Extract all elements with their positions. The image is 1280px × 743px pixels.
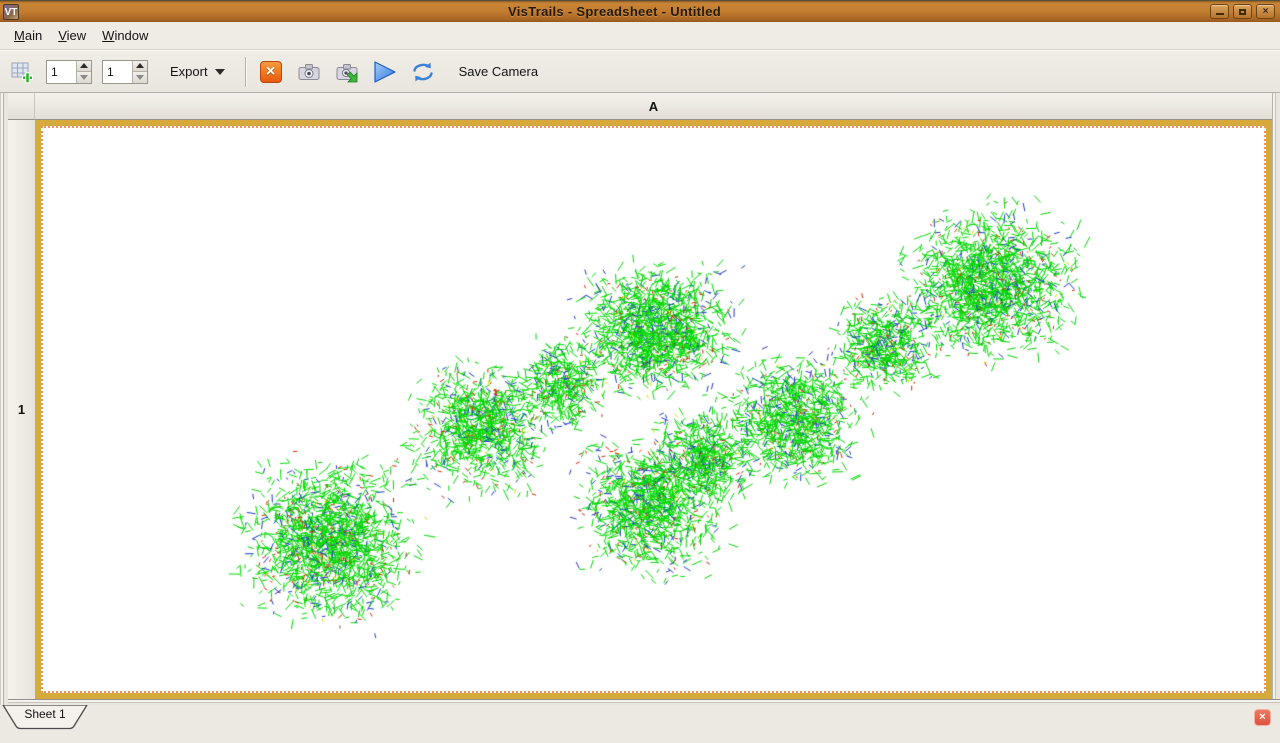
play-button[interactable] (371, 58, 399, 86)
menubar: MainViewWindow (0, 22, 1280, 50)
col-count-input[interactable] (103, 61, 132, 83)
toolbar-separator (245, 57, 247, 87)
minimize-button[interactable] (1210, 4, 1229, 19)
row-count-input[interactable] (47, 61, 76, 83)
up-arrow-icon (136, 63, 144, 68)
down-arrow-icon (80, 75, 88, 80)
tabbar-close-button[interactable]: × (1254, 709, 1271, 726)
window-controls: × (1210, 4, 1275, 19)
menu-main[interactable]: Main (6, 24, 50, 47)
close-button[interactable]: × (1256, 4, 1275, 19)
chevron-down-icon (215, 69, 225, 75)
menu-window[interactable]: Window (94, 24, 156, 47)
right-frame-strip (1272, 93, 1280, 699)
cell-a1-border (35, 120, 1272, 699)
window-title: VisTrails - Spreadsheet - Untitled (19, 4, 1210, 19)
camera-icon (297, 60, 321, 84)
col-count-down-button[interactable] (133, 71, 147, 83)
save-camera-button[interactable]: Save Camera (451, 59, 546, 84)
snapshot-button[interactable] (295, 58, 323, 86)
menu-view[interactable]: View (50, 24, 94, 47)
tab-sheet-1[interactable]: Sheet 1 (2, 705, 88, 730)
vistrails-spreadsheet-window: VT VisTrails - Spreadsheet - Untitled × … (0, 0, 1280, 743)
close-icon: × (1263, 7, 1269, 17)
export-label: Export (170, 64, 208, 79)
row-count-down-button[interactable] (77, 71, 91, 83)
column-header-label: A (649, 99, 658, 114)
molecule-canvas[interactable] (41, 126, 1266, 693)
row-header-1[interactable]: 1 (8, 120, 35, 699)
sheet-tabbar: Sheet 1 × (0, 705, 1280, 730)
column-header-a[interactable]: A (35, 93, 1272, 120)
delete-cell-button[interactable]: × (257, 58, 285, 86)
spreadsheet-area: A 1 (0, 93, 1280, 705)
camera-export-icon (335, 60, 359, 84)
row-count-up-button[interactable] (77, 61, 91, 72)
up-arrow-icon (80, 63, 88, 68)
maximize-icon (1239, 9, 1246, 15)
app-logo-icon: VT (3, 4, 19, 20)
delete-x-icon: × (260, 61, 282, 83)
refresh-icon (411, 60, 435, 84)
new-sheet-button[interactable] (8, 58, 36, 86)
maximize-button[interactable] (1233, 4, 1252, 19)
header-corner-cell[interactable] (8, 93, 35, 120)
grid-plus-icon (10, 60, 34, 84)
play-icon (372, 60, 398, 84)
down-arrow-icon (136, 75, 144, 80)
copy-image-button[interactable] (333, 58, 361, 86)
titlebar: VT VisTrails - Spreadsheet - Untitled × (0, 0, 1280, 22)
export-button[interactable]: Export (162, 59, 233, 84)
row-header-label: 1 (18, 402, 25, 417)
left-frame-strip (0, 93, 8, 705)
col-count-up-button[interactable] (133, 61, 147, 72)
minimize-icon (1216, 13, 1224, 15)
status-area (0, 730, 1280, 743)
cell-a1[interactable] (41, 126, 1266, 693)
row-count-spinner (46, 60, 92, 84)
tab-label: Sheet 1 (2, 707, 88, 721)
col-count-spinner (102, 60, 148, 84)
toolbar: Export × (0, 50, 1280, 93)
loop-button[interactable] (409, 58, 437, 86)
